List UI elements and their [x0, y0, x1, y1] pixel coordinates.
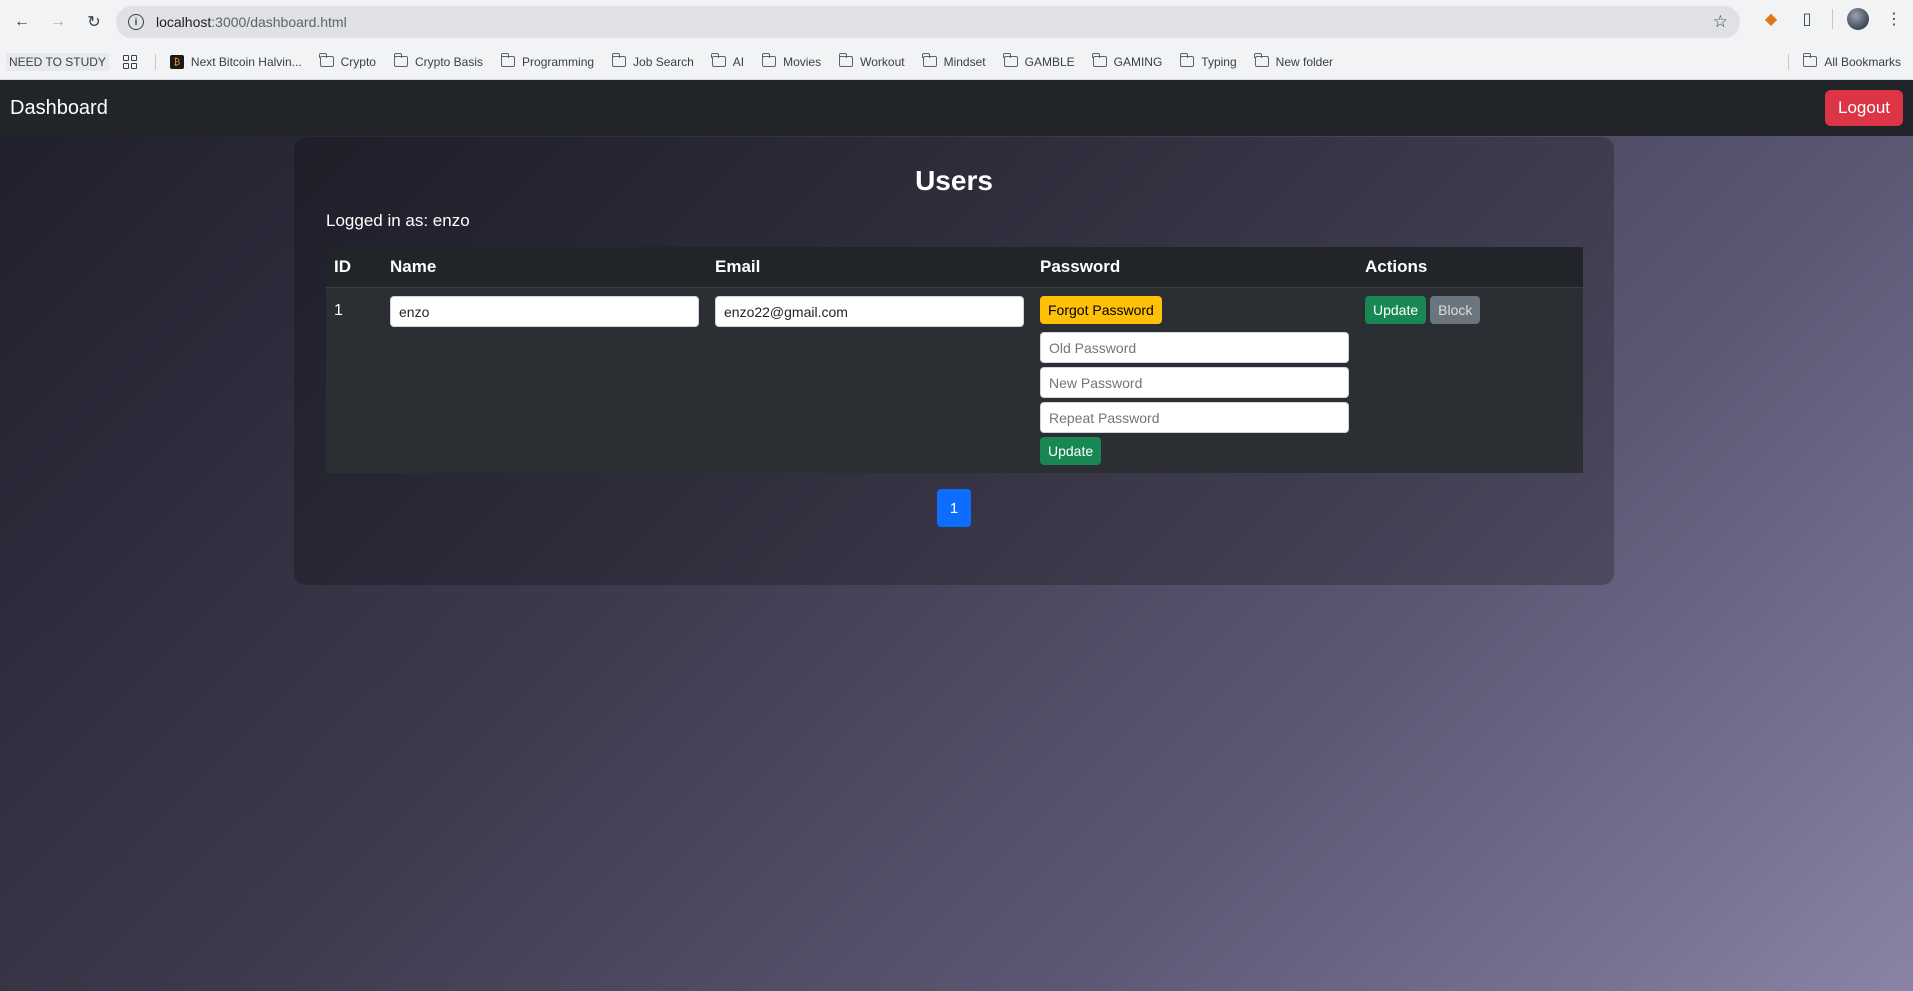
bookmark-folder-gaming[interactable]: GAMING	[1092, 53, 1162, 69]
users-card: Users Logged in as: enzo ID Name Email P…	[294, 137, 1614, 585]
logout-button[interactable]: Logout	[1825, 90, 1903, 126]
user-id-cell: 1	[326, 287, 382, 473]
apps-grid-icon[interactable]	[122, 54, 137, 69]
page-background: Dashboard Logout Users Logged in as: enz…	[0, 80, 1913, 991]
folder-icon	[1179, 53, 1195, 67]
pagination: 1	[326, 489, 1582, 527]
table-header-row: ID Name Email Password Actions	[326, 247, 1583, 288]
bitcoin-icon: ₿	[169, 54, 184, 69]
navbar-brand[interactable]: Dashboard	[10, 97, 108, 120]
folder-icon	[1003, 53, 1018, 67]
user-actions-cell: Update Block	[1357, 287, 1583, 473]
reload-icon[interactable]: ↻	[80, 8, 108, 36]
browser-toolbar: ← → ↻ i localhost:3000/dashboard.html ☆ …	[0, 0, 1913, 44]
bookmark-folder-new-folder[interactable]: New folder	[1254, 53, 1333, 69]
folder-icon	[1254, 53, 1269, 67]
bookmark-folder-gamble[interactable]: GAMBLE	[1003, 53, 1075, 69]
menu-kebab-icon[interactable]: ⋮	[1883, 8, 1905, 30]
update-user-button[interactable]: Update	[1365, 296, 1427, 324]
column-header-name: Name	[390, 257, 437, 276]
column-header-email: Email	[715, 257, 761, 276]
folder-icon	[761, 53, 777, 67]
page-title: Users	[915, 165, 993, 196]
address-bar[interactable]: i localhost:3000/dashboard.html ☆	[116, 6, 1740, 38]
all-bookmarks-item[interactable]: All Bookmarks	[1802, 53, 1901, 69]
bookmarks-bar: NEED TO STUDY ₿ Next Bitcoin Halvin... Cr…	[0, 44, 1913, 80]
bookmark-folder-job-search[interactable]: Job Search	[611, 53, 694, 69]
bookmark-bitcoin-halving[interactable]: ₿ Next Bitcoin Halvin...	[169, 54, 302, 69]
extensions-area: ◆ ▯ ⋮	[1760, 8, 1905, 30]
folder-icon	[922, 53, 937, 67]
bookmark-folder-crypto-basis[interactable]: Crypto Basis	[393, 53, 483, 69]
url-text[interactable]: localhost:3000/dashboard.html	[156, 14, 347, 30]
column-header-id: ID	[334, 257, 351, 276]
email-input[interactable]	[715, 296, 1024, 327]
bookmark-divider	[1788, 53, 1790, 70]
password-controls: Forgot Password Update	[1040, 296, 1349, 465]
user-password-cell: Forgot Password Update	[1032, 287, 1357, 473]
column-header-actions: Actions	[1365, 257, 1428, 276]
old-password-input[interactable]	[1040, 332, 1349, 363]
folder-icon	[1092, 53, 1107, 67]
bookmark-folder-ai[interactable]: AI	[711, 53, 744, 69]
back-arrow-icon[interactable]: ←	[8, 8, 36, 36]
folder-icon	[838, 53, 854, 67]
app-navbar: Dashboard Logout	[0, 80, 1913, 136]
folder-icon	[500, 53, 516, 67]
profile-avatar[interactable]	[1847, 8, 1869, 30]
new-password-input[interactable]	[1040, 367, 1349, 398]
folder-icon	[611, 53, 627, 67]
action-buttons: Update Block	[1365, 296, 1575, 324]
forgot-password-button[interactable]: Forgot Password	[1040, 296, 1162, 324]
folder-icon	[1802, 53, 1818, 67]
users-table: ID Name Email Password Actions 1 enzo en…	[326, 247, 1583, 473]
page-button-1[interactable]: 1	[937, 489, 971, 527]
toolbar-separator	[1832, 9, 1833, 29]
name-input[interactable]	[390, 296, 699, 327]
bookmark-folder-mindset[interactable]: Mindset	[922, 53, 986, 69]
bookmark-folder-movies[interactable]: Movies	[761, 53, 821, 69]
extensions-puzzle-icon[interactable]: ▯	[1796, 8, 1818, 30]
bookmark-folder-programming[interactable]: Programming	[500, 53, 594, 69]
user-name-cell	[382, 287, 707, 473]
bookmark-star-icon[interactable]: ☆	[1713, 12, 1728, 32]
bookmark-divider	[154, 53, 156, 70]
folder-icon	[393, 53, 408, 67]
password-update-button[interactable]: Update	[1040, 437, 1102, 465]
metamask-fox-icon[interactable]: ◆	[1760, 8, 1782, 30]
folder-icon	[319, 53, 334, 67]
block-user-button[interactable]: Block	[1430, 296, 1481, 324]
bookmark-folder-crypto[interactable]: Crypto	[319, 53, 376, 69]
all-bookmarks[interactable]: All Bookmarks	[1788, 53, 1901, 70]
folder-icon	[711, 53, 726, 67]
forward-arrow-icon[interactable]: →	[44, 8, 72, 36]
bookmark-need-to-study[interactable]: NEED TO STUDY	[6, 52, 109, 71]
logged-in-label: Logged in as: enzo	[326, 211, 470, 230]
bookmark-folder-typing[interactable]: Typing	[1179, 53, 1237, 69]
repeat-password-input[interactable]	[1040, 402, 1349, 433]
table-row: 1 Forgot Password Update	[326, 287, 1583, 473]
bookmark-folder-workout[interactable]: Workout	[838, 53, 905, 69]
column-header-password: Password	[1040, 257, 1121, 276]
user-email-cell	[707, 287, 1032, 473]
site-info-icon[interactable]: i	[128, 14, 144, 30]
